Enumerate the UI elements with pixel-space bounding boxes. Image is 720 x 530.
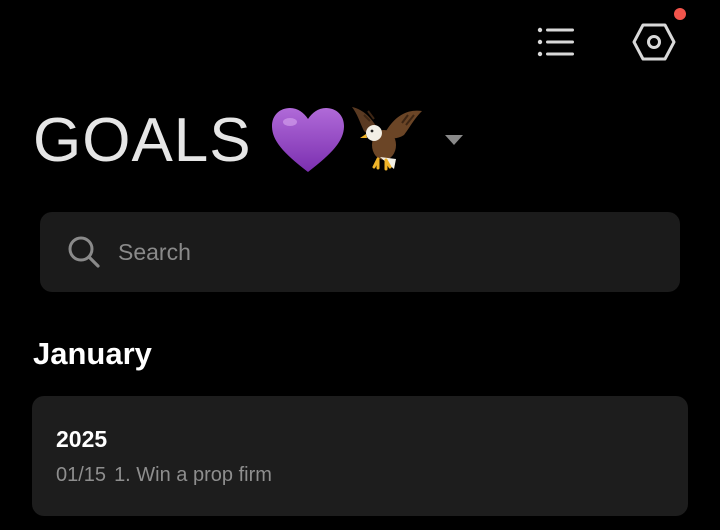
search-input[interactable] xyxy=(116,237,640,267)
notification-dot xyxy=(674,8,686,20)
search-bar[interactable] xyxy=(40,212,680,292)
purple-heart-icon xyxy=(271,108,344,172)
search-icon xyxy=(68,236,100,268)
note-title: 2025 xyxy=(56,426,108,452)
settings-button[interactable] xyxy=(626,14,682,70)
section-heading: January xyxy=(33,336,152,371)
eagle-icon xyxy=(351,107,422,171)
page-title: GOALS xyxy=(33,105,252,175)
note-meta: 01/15 1. Win a prop firm xyxy=(56,464,664,487)
note-date: 01/15 xyxy=(56,464,107,486)
note-preview: 1. Win a prop firm xyxy=(114,464,272,486)
list-icon xyxy=(537,27,574,57)
hexagon-settings-icon xyxy=(632,23,676,61)
chevron-down-icon[interactable] xyxy=(444,134,464,146)
title-emojis xyxy=(270,103,424,177)
folder-title-row[interactable]: GOALS xyxy=(33,100,464,180)
note-card[interactable]: 2025 01/15 1. Win a prop firm xyxy=(32,396,688,516)
list-view-button[interactable] xyxy=(530,20,582,64)
